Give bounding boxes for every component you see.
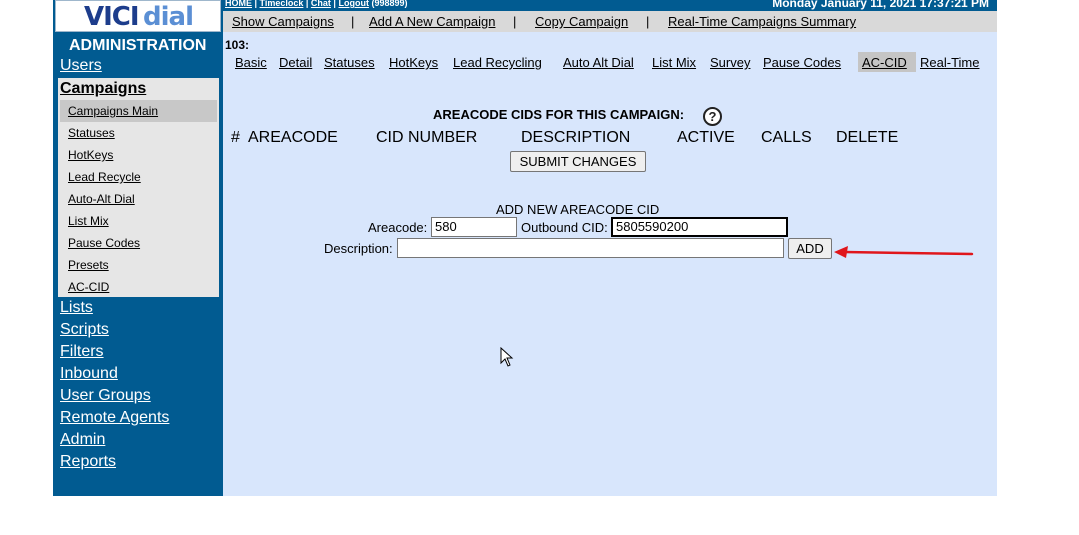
sub-pause-codes[interactable]: Pause Codes (68, 236, 140, 250)
tab-ac-cid[interactable]: AC-CID (862, 55, 907, 70)
areacode-label: Areacode: (368, 220, 428, 235)
nav-reports[interactable]: Reports (60, 453, 116, 471)
section-title: AREACODE CIDS FOR THIS CAMPAIGN: (433, 107, 685, 122)
sidebar: VICI dial ADMINISTRATION Users Campaigns… (53, 0, 223, 496)
top-strip: HOME | Timeclock | Chat | Logout (998899… (223, 0, 997, 11)
tab-basic[interactable]: Basic (235, 55, 267, 70)
mouse-cursor-icon (500, 347, 514, 367)
submit-changes-button[interactable]: SUBMIT CHANGES (510, 151, 646, 172)
description-input[interactable] (397, 238, 784, 258)
menu-separator: | (646, 14, 650, 29)
col-delete: DELETE (836, 129, 899, 146)
nav-admin[interactable]: Admin (60, 431, 105, 449)
logo-text-light: dial (143, 2, 194, 32)
timeclock-link[interactable]: Timeclock (260, 0, 304, 8)
tab-statuses[interactable]: Statuses (324, 55, 375, 70)
tab-list-mix[interactable]: List Mix (652, 55, 696, 70)
col-calls: CALLS (761, 129, 812, 146)
sub-campaigns-main[interactable]: Campaigns Main (68, 104, 158, 118)
add-areacode-title: ADD NEW AREACODE CID (496, 202, 660, 217)
nav-filters[interactable]: Filters (60, 343, 104, 361)
help-icon[interactable]: ? (703, 107, 722, 126)
nav-lists[interactable]: Lists (60, 299, 93, 317)
admin-title: ADMINISTRATION (69, 37, 207, 54)
nav-campaigns[interactable]: Campaigns (60, 80, 146, 98)
col-areacode: AREACODE (248, 129, 338, 146)
add-button[interactable]: ADD (788, 238, 832, 259)
campaigns-submenu: Campaigns Campaigns Main Statuses HotKey… (58, 78, 219, 297)
sub-statuses[interactable]: Statuses (68, 126, 115, 140)
add-campaign-link[interactable]: Add A New Campaign (369, 14, 495, 29)
sub-auto-alt-dial[interactable]: Auto-Alt Dial (68, 192, 135, 206)
nav-scripts[interactable]: Scripts (60, 321, 109, 339)
sub-lead-recycle[interactable]: Lead Recycle (68, 170, 141, 184)
vicidial-logo[interactable]: VICI dial (55, 0, 221, 32)
col-number: # (231, 129, 240, 146)
copy-campaign-link[interactable]: Copy Campaign (535, 14, 628, 29)
campaign-id: 103: (225, 38, 250, 52)
areacode-input[interactable]: 580 (431, 217, 517, 237)
sub-ac-cid[interactable]: AC-CID (68, 280, 109, 294)
logo-text-strong: VICI (84, 2, 140, 32)
nav-remote-agents[interactable]: Remote Agents (60, 409, 169, 427)
description-label: Description: (324, 241, 393, 256)
logout-link[interactable]: Logout (338, 0, 369, 8)
home-link[interactable]: HOME (225, 0, 252, 8)
top-links: HOME | Timeclock | Chat | Logout (998899… (225, 0, 408, 8)
tab-real-time[interactable]: Real-Time (920, 55, 979, 70)
tab-hotkeys[interactable]: HotKeys (389, 55, 438, 70)
outbound-cid-label: Outbound CID: (521, 220, 608, 235)
menu-separator: | (351, 14, 355, 29)
chat-link[interactable]: Chat (311, 0, 331, 8)
nav-users[interactable]: Users (60, 57, 102, 75)
nav-user-groups[interactable]: User Groups (60, 387, 151, 405)
tab-pause-codes[interactable]: Pause Codes (763, 55, 841, 70)
show-campaigns-link[interactable]: Show Campaigns (232, 14, 334, 29)
sub-list-mix[interactable]: List Mix (68, 214, 109, 228)
sub-presets[interactable]: Presets (68, 258, 109, 272)
main-content: 103: Basic Detail Statuses HotKeys Lead … (223, 32, 997, 496)
campaign-tabs: Basic Detail Statuses HotKeys Lead Recyc… (231, 51, 993, 73)
datetime: Monday January 11, 2021 17:37:21 PM (772, 0, 989, 10)
realtime-summary-link[interactable]: Real-Time Campaigns Summary (668, 14, 856, 29)
campaign-menu-bar: Show Campaigns | Add A New Campaign | Co… (223, 11, 997, 32)
col-cid-number: CID NUMBER (376, 129, 478, 146)
user-id: (998899) (371, 0, 408, 8)
tab-detail[interactable]: Detail (279, 55, 312, 70)
nav-inbound[interactable]: Inbound (60, 365, 118, 383)
tab-survey[interactable]: Survey (710, 55, 750, 70)
tab-lead-recycling[interactable]: Lead Recycling (453, 55, 542, 70)
outbound-cid-input[interactable]: 5805590200 (611, 217, 788, 237)
sub-hotkeys[interactable]: HotKeys (68, 148, 113, 162)
annotation-arrow-icon (834, 246, 974, 258)
col-active: ACTIVE (677, 129, 735, 146)
menu-separator: | (513, 14, 517, 29)
col-description: DESCRIPTION (521, 129, 631, 146)
tab-auto-alt-dial[interactable]: Auto Alt Dial (563, 55, 634, 70)
